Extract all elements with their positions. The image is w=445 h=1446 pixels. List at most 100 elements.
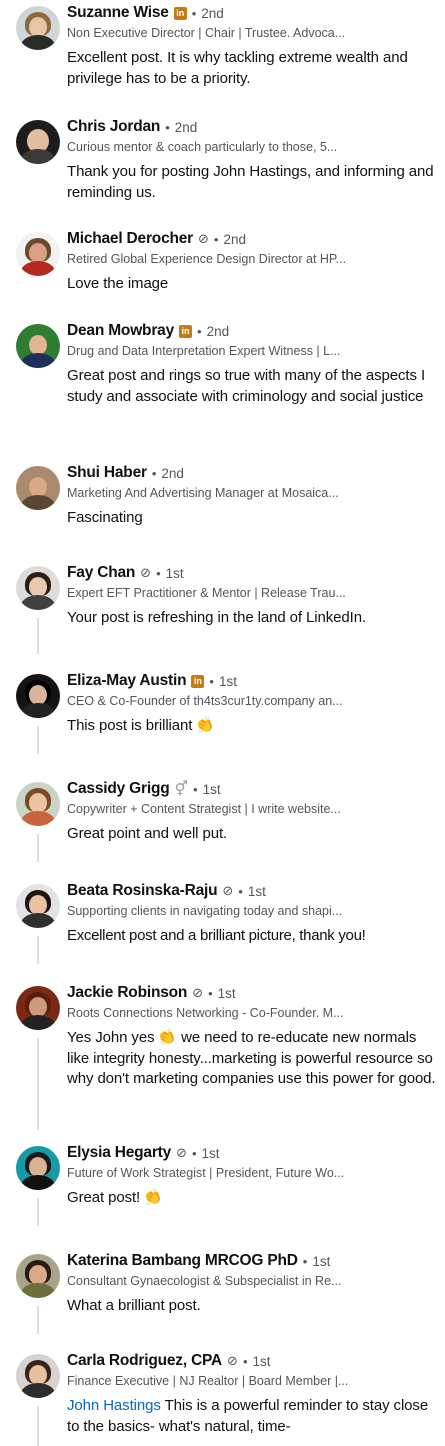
commenter-name[interactable]: Fay Chan: [67, 564, 135, 582]
thread-line: [37, 1406, 39, 1446]
connection-degree: 2nd: [161, 465, 184, 481]
verified-icon: ⊘: [192, 985, 204, 1000]
separator-dot: •: [213, 231, 219, 247]
comment-text-lead: Yes John yes: [67, 1029, 155, 1046]
thread-line: [37, 834, 39, 862]
verified-icon: ⊘: [140, 565, 152, 580]
commenter-name[interactable]: Chris Jordan: [67, 118, 160, 136]
avatar[interactable]: [16, 466, 60, 510]
separator-dot: •: [191, 1145, 197, 1161]
commenter-headline: Curious mentor & coach particularly to t…: [67, 140, 338, 154]
commenter-name[interactable]: Shui Haber: [67, 464, 147, 482]
avatar[interactable]: [16, 120, 60, 164]
commenter-headline: Roots Connections Networking - Co-Founde…: [67, 1006, 344, 1020]
comment-text: Thank you for posting John Hastings, and…: [67, 163, 434, 201]
connection-degree: 1st: [247, 883, 266, 899]
avatar[interactable]: [16, 6, 60, 50]
separator-dot: •: [209, 673, 214, 689]
mention-link[interactable]: John Hastings: [67, 1397, 161, 1414]
commenter-name[interactable]: Michael Derocher: [67, 230, 193, 248]
thread-line: [37, 1306, 39, 1334]
commenter-name[interactable]: Beata Rosinska-Raju: [67, 882, 218, 900]
commenter-headline: Non Executive Director | Chair | Trustee…: [67, 26, 346, 40]
separator-dot: •: [302, 1253, 308, 1269]
commenter-headline: Marketing And Advertising Manager at Mos…: [67, 486, 339, 500]
thread-line: [37, 936, 39, 964]
comment-text: Yes John yes👏 we need to re-educate new …: [67, 1026, 437, 1090]
commenter-headline: Drug and Data Interpretation Expert Witn…: [67, 344, 341, 358]
separator-dot: •: [197, 323, 202, 339]
commenter-name[interactable]: Eliza-May Austin: [67, 672, 187, 690]
commenter-name[interactable]: Dean Mowbray: [67, 322, 174, 340]
commenter-headline: Retired Global Experience Design Directo…: [67, 252, 347, 266]
comment-text: Fascinating: [67, 509, 143, 526]
connection-degree: 1st: [202, 781, 221, 797]
commenter-headline: Expert EFT Practitioner & Mentor | Relea…: [67, 586, 346, 600]
comment-text: Excellent post. It is why tackling extre…: [67, 49, 408, 87]
linkedin-premium-badge-icon: in: [191, 674, 205, 688]
avatar[interactable]: [16, 674, 60, 718]
avatar[interactable]: [16, 1254, 60, 1298]
separator-dot: •: [242, 1353, 248, 1369]
comment-text: Love the image: [67, 275, 169, 292]
connection-degree: 1st: [218, 673, 237, 689]
comment-text-content: This post is brilliant: [67, 717, 193, 734]
connection-degree: 2nd: [223, 231, 247, 247]
commenter-headline: Future of Work Strategist | President, F…: [67, 1166, 345, 1180]
comment-text: Great post and rings so true with many o…: [67, 367, 426, 405]
comment-text: Excellent post and a brilliant picture, …: [67, 927, 366, 944]
connection-degree: 1st: [201, 1145, 220, 1161]
avatar[interactable]: [16, 566, 60, 610]
connection-degree: 1st: [165, 565, 184, 581]
commenter-name[interactable]: Cassidy Grigg: [67, 780, 170, 798]
avatar[interactable]: [16, 1354, 60, 1398]
commenter-headline: Copywriter + Content Strategist | I writ…: [67, 802, 341, 816]
thread-line: [37, 618, 39, 654]
verified-icon: ⊘: [176, 1145, 187, 1160]
avatar[interactable]: [16, 1146, 60, 1190]
commenter-headline: Supporting clients in navigating today a…: [67, 904, 343, 918]
verified-icon: ⊘: [222, 883, 234, 898]
comments-list: Suzanne Wise in • 2nd Non Executive Dire…: [0, 0, 445, 1446]
avatar[interactable]: [16, 324, 60, 368]
commenter-name[interactable]: Suzanne Wise: [67, 4, 169, 22]
thread-line: [37, 1038, 39, 1130]
comment-text: This post is brilliant👏: [67, 714, 437, 737]
commenter-name[interactable]: Jackie Robinson: [67, 984, 187, 1002]
avatar[interactable]: [16, 884, 60, 928]
commenter-name[interactable]: Katerina Bambang MRCOG PhD: [67, 1252, 298, 1270]
separator-dot: •: [193, 781, 198, 797]
separator-dot: •: [238, 883, 243, 899]
separator-dot: •: [208, 985, 213, 1001]
avatar[interactable]: [16, 986, 60, 1030]
commenter-name[interactable]: Carla Rodriguez, CPA: [67, 1352, 222, 1370]
connection-degree: 1st: [217, 985, 236, 1001]
linkedin-premium-badge-icon: in: [179, 324, 192, 338]
verified-icon: ⊘: [227, 1353, 238, 1368]
clap-emoji-icon: 👏: [193, 714, 218, 737]
comment-text: Great post!👏: [67, 1186, 437, 1208]
connection-degree: 2nd: [201, 5, 224, 21]
connection-degree: 2nd: [206, 323, 230, 339]
linkedin-premium-badge-icon: in: [173, 6, 187, 20]
commenter-headline: CEO & Co-Founder of th4ts3cur1ty.company…: [67, 694, 343, 708]
separator-dot: •: [191, 5, 197, 21]
comment-text-content: Great post!: [67, 1189, 141, 1206]
connection-degree: 2nd: [174, 119, 198, 135]
thread-line: [37, 1198, 39, 1226]
avatar[interactable]: [16, 782, 60, 826]
comment-text: John Hastings This is a powerful reminde…: [67, 1396, 437, 1437]
clap-emoji-icon: 👏: [155, 1026, 180, 1049]
avatar[interactable]: [16, 232, 60, 276]
separator-dot: •: [156, 565, 161, 581]
separator-dot: •: [151, 465, 157, 481]
connection-degree: 1st: [312, 1253, 331, 1269]
comment-text: Great point and well put.: [67, 825, 228, 842]
verified-icon: ⊘: [198, 231, 209, 246]
separator-dot: •: [165, 119, 170, 135]
commenter-name[interactable]: Elysia Hegarty: [67, 1144, 171, 1162]
commenter-headline: Consultant Gynaecologist & Subspecialist…: [67, 1274, 342, 1288]
commenter-headline: Finance Executive | NJ Realtor | Board M…: [67, 1374, 349, 1388]
pronoun-icon: ⚥: [174, 781, 189, 798]
comment-text: Your post is refreshing in the land of L…: [67, 609, 367, 626]
